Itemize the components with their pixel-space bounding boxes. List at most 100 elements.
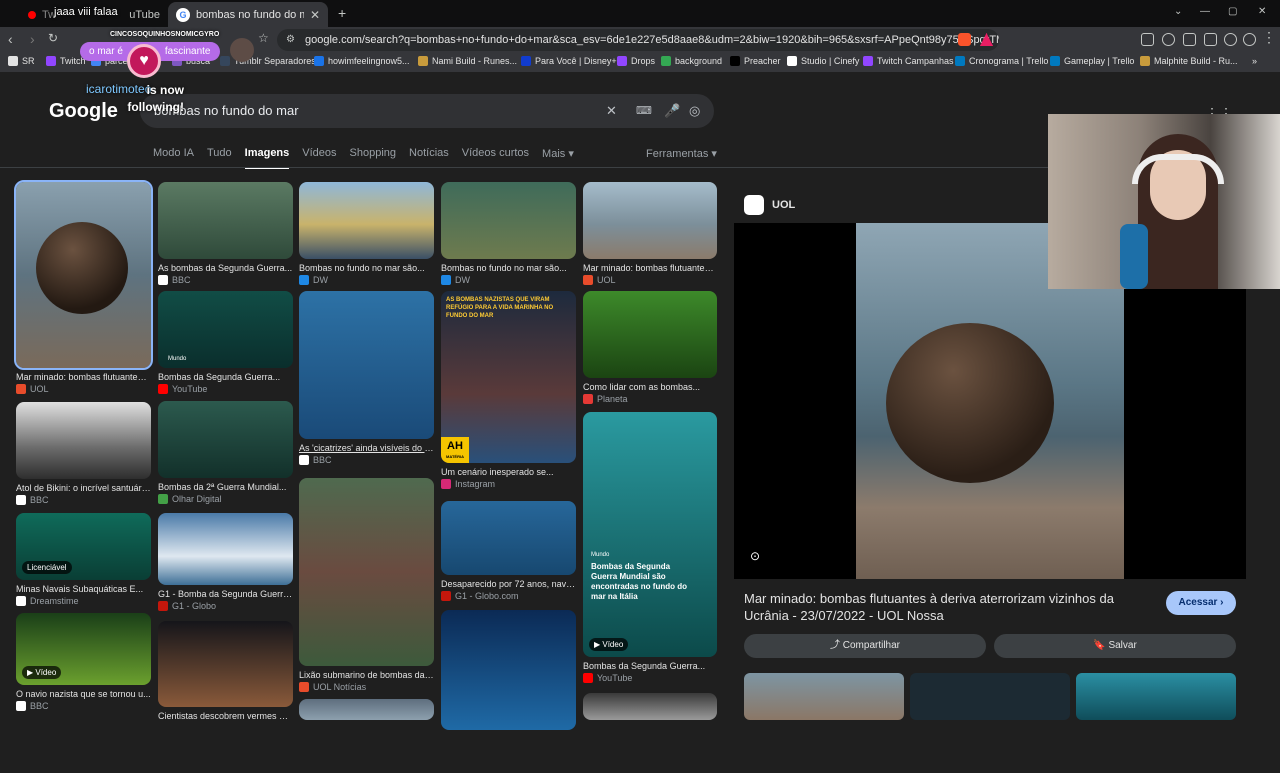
- close-tab-icon[interactable]: ✕: [310, 8, 320, 22]
- tab-google-search[interactable]: G bombas no fundo do mar - Pesq ✕: [168, 2, 328, 27]
- result-caption[interactable]: Um cenário inesperado se...: [441, 467, 576, 477]
- image-result-thumbnail[interactable]: ▶ Vídeo Bombas da Segunda Guerra Mundial …: [583, 412, 717, 657]
- result-source[interactable]: Olhar Digital: [158, 494, 222, 504]
- tab-noticias[interactable]: Notícias: [409, 147, 449, 169]
- image-result-thumbnail[interactable]: [299, 182, 434, 259]
- tab-search-button[interactable]: ⌄: [1174, 6, 1182, 17]
- result-source[interactable]: BBC: [158, 275, 191, 285]
- ai-sparkle-icon[interactable]: [1224, 33, 1237, 46]
- address-bar[interactable]: ⚙ google.com/search?q=bombas+no+fundo+do…: [277, 29, 999, 51]
- result-source[interactable]: UOL Notícias: [299, 682, 366, 692]
- bookmark-star-icon[interactable]: ☆: [258, 31, 269, 45]
- bookmark-item[interactable]: Para Você | Disney+: [521, 56, 617, 66]
- back-icon[interactable]: ‹: [8, 31, 13, 47]
- lens-icon[interactable]: ◎: [689, 94, 700, 128]
- result-caption[interactable]: As bombas da Segunda Guerra...: [158, 263, 293, 273]
- result-caption[interactable]: O navio nazista que se tornou u...: [16, 689, 151, 699]
- image-result-thumbnail[interactable]: [441, 610, 576, 730]
- close-window-button[interactable]: ✕: [1258, 6, 1266, 17]
- image-result-thumbnail[interactable]: [299, 478, 434, 666]
- image-result-thumbnail[interactable]: [441, 182, 576, 259]
- image-result-thumbnail[interactable]: [14, 180, 153, 370]
- image-result-thumbnail[interactable]: [441, 501, 576, 575]
- tab-videos-curtos[interactable]: Vídeos curtos: [462, 147, 529, 169]
- image-result-thumbnail[interactable]: [158, 513, 293, 585]
- bookmark-item[interactable]: SR: [8, 56, 35, 66]
- maximize-button[interactable]: ▢: [1228, 6, 1237, 17]
- result-source[interactable]: BBC: [16, 495, 49, 505]
- result-caption[interactable]: Bombas da Segunda Guerra...: [583, 661, 717, 671]
- result-source[interactable]: Dreamstime: [16, 596, 79, 606]
- result-source[interactable]: Planeta: [583, 394, 628, 404]
- tab-modo-ia[interactable]: Modo IA: [153, 147, 194, 169]
- image-result-thumbnail[interactable]: [158, 182, 293, 259]
- more-bookmarks-icon[interactable]: »: [1252, 56, 1257, 66]
- bookmark-item[interactable]: howimfeelingnow5...: [314, 56, 410, 66]
- image-result-thumbnail[interactable]: [16, 402, 151, 479]
- save-button[interactable]: 🔖 Salvar: [994, 634, 1236, 658]
- bookmark-item[interactable]: Gameplay | Trello: [1050, 56, 1134, 66]
- related-image[interactable]: [1076, 673, 1236, 720]
- result-caption[interactable]: Como lidar com as bombas...: [583, 382, 717, 392]
- bookmark-item[interactable]: Twitch Campanhas: [863, 56, 954, 66]
- result-caption[interactable]: G1 - Bomba da Segunda Guerra ...: [158, 589, 293, 599]
- tab-shopping[interactable]: Shopping: [350, 147, 397, 169]
- result-source[interactable]: UOL: [583, 275, 616, 285]
- search-input[interactable]: bombas no fundo do mar ✕ ⌨ 🎤 ◎: [140, 94, 714, 128]
- image-result-thumbnail[interactable]: [299, 699, 434, 720]
- result-source[interactable]: DW: [299, 275, 328, 285]
- image-result-thumbnail[interactable]: [299, 291, 434, 439]
- result-caption[interactable]: Atol de Bikini: o incrível santuári...: [16, 483, 151, 493]
- result-source[interactable]: BBC: [16, 701, 49, 711]
- result-caption[interactable]: Bombas no fundo no mar são...: [299, 263, 434, 273]
- share-button[interactable]: ⤴ Compartilhar: [744, 634, 986, 658]
- preview-source[interactable]: UOL: [744, 195, 795, 215]
- preview-title[interactable]: Mar minado: bombas flutuantes à deriva a…: [744, 590, 1154, 624]
- result-caption[interactable]: Bombas no fundo no mar são...: [441, 263, 576, 273]
- forward-icon[interactable]: ›: [30, 31, 35, 47]
- result-caption[interactable]: Bombas da 2ª Guerra Mundial...: [158, 482, 293, 492]
- result-caption[interactable]: Minas Navais Subaquáticas E...: [16, 584, 151, 594]
- result-caption[interactable]: Bombas da Segunda Guerra...: [158, 372, 293, 382]
- result-source[interactable]: Instagram: [441, 479, 495, 489]
- related-image[interactable]: [744, 673, 904, 720]
- result-source[interactable]: BBC: [299, 455, 332, 465]
- result-source[interactable]: YouTube: [583, 673, 632, 683]
- result-source[interactable]: G1 - Globo: [158, 601, 216, 611]
- google-logo[interactable]: Google: [49, 100, 118, 123]
- image-result-thumbnail[interactable]: AS BOMBAS NAZISTAS QUE VIRAM REFÚGIO PAR…: [441, 291, 576, 463]
- image-result-thumbnail[interactable]: [583, 693, 717, 720]
- result-source[interactable]: G1 - Globo.com: [441, 591, 519, 601]
- result-caption[interactable]: Desaparecido por 72 anos, navio...: [441, 579, 576, 589]
- visit-button[interactable]: Acessar ›: [1166, 591, 1236, 615]
- bookmark-item[interactable]: background: [661, 56, 722, 66]
- bookmark-item[interactable]: Nami Build - Runes...: [418, 56, 517, 66]
- media-icon[interactable]: [1162, 33, 1175, 46]
- image-result-thumbnail[interactable]: [583, 291, 717, 378]
- image-result-thumbnail[interactable]: [158, 401, 293, 478]
- side-panel-icon[interactable]: [1183, 33, 1196, 46]
- image-result-thumbnail[interactable]: Licenciável: [16, 513, 151, 580]
- image-result-thumbnail[interactable]: Mundo: [158, 291, 293, 368]
- image-result-thumbnail[interactable]: ▶ Vídeo: [16, 613, 151, 685]
- bookmark-item[interactable]: Twitch: [46, 56, 86, 66]
- bookmark-item[interactable]: Malphite Build - Ru...: [1140, 56, 1238, 66]
- result-caption[interactable]: Mar minado: bombas flutuantes ...: [16, 372, 151, 382]
- tab-mais[interactable]: Mais ▾: [542, 147, 574, 169]
- menu-icon[interactable]: ⋮: [1262, 29, 1276, 46]
- lens-search-icon[interactable]: ⊙: [750, 549, 760, 563]
- tab-imagens[interactable]: Imagens: [244, 147, 290, 169]
- shield-icon[interactable]: [1243, 33, 1256, 46]
- new-tab-button[interactable]: +: [338, 5, 346, 21]
- reload-icon[interactable]: ↻: [48, 31, 58, 45]
- bookmark-item[interactable]: Studio | Cinefy: [787, 56, 859, 66]
- bookmark-item[interactable]: Drops: [617, 56, 655, 66]
- tools-button[interactable]: Ferramentas ▾: [646, 147, 717, 160]
- result-source[interactable]: DW: [441, 275, 470, 285]
- image-result-thumbnail[interactable]: [158, 621, 293, 707]
- tab-videos[interactable]: Vídeos: [302, 147, 336, 169]
- result-caption[interactable]: As 'cicatrizes' ainda visíveis do 1...: [299, 443, 434, 453]
- brave-icon[interactable]: [958, 33, 971, 46]
- bookmark-item[interactable]: Cronograma | Trello: [955, 56, 1048, 66]
- keyboard-icon[interactable]: ⌨: [636, 94, 652, 128]
